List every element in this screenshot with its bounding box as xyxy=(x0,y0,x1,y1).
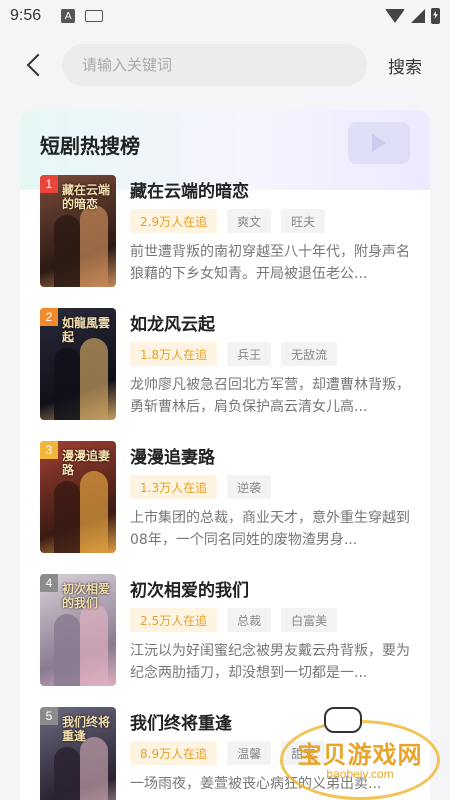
genre-tag: 爽文 xyxy=(227,209,272,233)
poster-figure xyxy=(54,747,80,800)
poster-figure xyxy=(80,205,108,287)
drama-poster: 初次相爱的我们 4 xyxy=(40,574,116,686)
list-item[interactable]: 漫漫追妻路 3 漫漫追妻路 1.3万人在追 逆袭 上市集团的总裁，商业天才，意外重生穿越到… xyxy=(40,441,415,553)
poster-figure xyxy=(80,737,108,800)
heat-badge: 1.8万人在追 xyxy=(130,342,218,366)
poster-title-art: 初次相爱的我们 xyxy=(62,582,111,610)
poster-figure xyxy=(54,215,80,287)
poster-figure xyxy=(80,338,108,420)
rank-badge: 4 xyxy=(40,574,58,592)
rank-badge: 3 xyxy=(40,441,58,459)
list-item[interactable]: 藏在云端的暗恋 1 藏在云端的暗恋 2.9万人在追 爽文 旺夫 前世遭背叛的南初穿越至八十年… xyxy=(40,175,415,287)
tag-row: 1.3万人在追 逆袭 xyxy=(130,475,272,499)
genre-tag: 总裁 xyxy=(227,608,272,632)
drama-title: 我们终将重逢 xyxy=(130,714,232,734)
heat-badge: 2.9万人在追 xyxy=(130,209,218,233)
genre-tag: 兵王 xyxy=(227,342,272,366)
watermark-text: 宝贝游戏网 xyxy=(297,741,423,769)
poster-figure xyxy=(54,348,80,420)
drama-poster: 藏在云端的暗恋 1 xyxy=(40,175,116,287)
rank-badge: 2 xyxy=(40,308,58,326)
gamepad-icon xyxy=(324,707,362,733)
genre-tag: 白富美 xyxy=(281,608,338,632)
poster-figure xyxy=(80,471,108,553)
drama-poster: 我们终将重逢 5 xyxy=(40,707,116,800)
search-button[interactable]: 搜索 xyxy=(388,53,422,78)
status-bar: 9:56 A xyxy=(0,0,450,32)
poster-title-art: 漫漫追妻路 xyxy=(62,449,111,477)
battery-charging-icon xyxy=(431,8,440,24)
site-watermark-logo: 宝贝游戏网 baobeiy.com xyxy=(280,705,445,800)
poster-figure xyxy=(54,614,80,686)
tag-row: 1.8万人在追 兵王 无敌流 xyxy=(130,342,338,366)
keyboard-icon xyxy=(85,10,104,22)
drama-description: 前世遭背叛的南初穿越至八十年代，附身声名狼藉的下乡女知青。开局被退伍老公... xyxy=(130,244,410,282)
drama-title: 漫漫追妻路 xyxy=(130,448,215,468)
wifi-icon xyxy=(385,9,405,23)
poster-figure xyxy=(80,604,108,686)
search-input[interactable] xyxy=(62,44,367,86)
back-arrow-icon[interactable] xyxy=(22,52,46,80)
genre-tag: 温馨 xyxy=(227,741,272,765)
hot-search-card: 短剧热搜榜 藏在云端的暗恋 1 藏在云端的暗恋 2.9万人在追 爽文 旺夫 前世遭背叛的南初… xyxy=(20,110,430,800)
drama-description: 龙帅廖凡被急召回北方军营，却遭曹林背叛，勇斩曹林后，肩负保护高云清女儿高... xyxy=(130,377,410,415)
status-time: 9:56 xyxy=(10,7,42,24)
search-bar: 搜索 xyxy=(0,42,450,90)
drama-poster: 如龍風雲起 2 xyxy=(40,308,116,420)
tag-row: 2.5万人在追 总裁 白富美 xyxy=(130,608,338,632)
poster-title-art: 如龍風雲起 xyxy=(62,316,111,344)
heat-badge: 8.9万人在追 xyxy=(130,741,218,765)
poster-title-art: 我们终将重逢 xyxy=(62,715,111,743)
app-notification-icon: A xyxy=(61,9,76,23)
genre-tag: 无敌流 xyxy=(281,342,338,366)
status-icons xyxy=(385,8,440,24)
genre-tag: 旺夫 xyxy=(281,209,326,233)
poster-figure xyxy=(54,481,80,553)
rank-badge: 5 xyxy=(40,707,58,725)
drama-title: 如龙风云起 xyxy=(130,315,215,335)
signal-icon xyxy=(411,9,425,23)
heat-badge: 2.5万人在追 xyxy=(130,608,218,632)
tag-row: 2.9万人在追 爽文 旺夫 xyxy=(130,209,326,233)
genre-tag: 逆袭 xyxy=(227,475,272,499)
list-item[interactable]: 如龍風雲起 2 如龙风云起 1.8万人在追 兵王 无敌流龙帅廖凡被急召回北方军营，却遭曹林… xyxy=(40,308,415,420)
drama-title: 藏在云端的暗恋 xyxy=(130,182,249,202)
heat-badge: 1.3万人在追 xyxy=(130,475,218,499)
poster-title-art: 藏在云端的暗恋 xyxy=(62,183,111,211)
watermark-url: baobeiy.com xyxy=(326,767,394,781)
drama-title: 初次相爱的我们 xyxy=(130,581,249,601)
drama-poster: 漫漫追妻路 3 xyxy=(40,441,116,553)
card-title: 短剧热搜榜 xyxy=(40,134,140,158)
video-camera-icon xyxy=(348,122,410,164)
drama-description: 上市集团的总裁，商业天才，意外重生穿越到08年，一个同名同姓的废物渣男身... xyxy=(130,510,410,548)
drama-description: 江沅以为好闺蜜纪念被男友戴云舟背叛，要为纪念两肋插刀，却没想到一切都是一... xyxy=(130,643,410,681)
rank-badge: 1 xyxy=(40,175,58,193)
list-item[interactable]: 初次相爱的我们 4 初次相爱的我们 2.5万人在追 总裁 白富美 江沅以为好闺蜜纪念被男友戴… xyxy=(40,574,415,686)
